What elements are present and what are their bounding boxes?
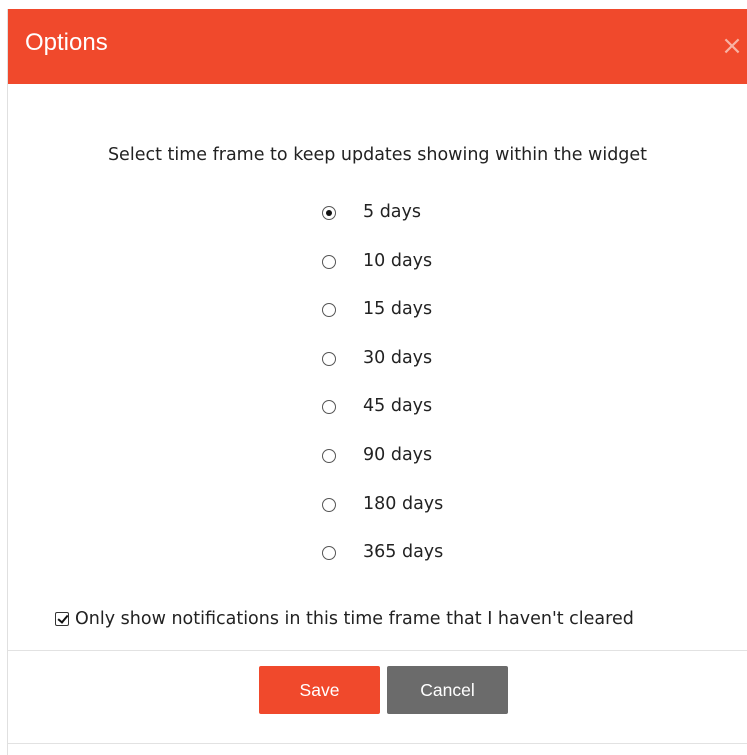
radio-unchecked-icon[interactable] — [322, 497, 336, 512]
option-label: 180 days — [363, 493, 444, 514]
time-frame-prompt: Select time frame to keep updates showin… — [107, 145, 648, 165]
radio-unchecked-icon[interactable] — [322, 254, 336, 269]
option-365-days[interactable]: 365 days — [322, 539, 443, 588]
time-frame-options: 5 days 10 days 15 days 30 days 45 days 9… — [322, 199, 443, 588]
uncleared-only-label: Only show notifications in this time fra… — [75, 609, 634, 629]
option-label: 5 days — [363, 202, 422, 222]
radio-unchecked-icon[interactable] — [322, 546, 336, 561]
option-label: 45 days — [363, 396, 433, 417]
radio-unchecked-icon[interactable] — [322, 303, 336, 318]
option-label: 30 days — [363, 347, 433, 368]
radio-unchecked-icon[interactable] — [322, 351, 336, 366]
radio-unchecked-icon[interactable] — [322, 400, 336, 415]
option-label: 15 days — [363, 299, 433, 320]
option-180-days[interactable]: 180 days — [322, 491, 443, 540]
options-dialog: Options × Select time frame to keep upda… — [7, 9, 747, 755]
option-30-days[interactable]: 30 days — [322, 345, 443, 394]
option-15-days[interactable]: 15 days — [322, 296, 443, 345]
option-45-days[interactable]: 45 days — [322, 393, 443, 442]
dialog-title: Options — [25, 29, 108, 56]
footer-divider — [8, 650, 747, 651]
close-icon[interactable]: × — [717, 31, 747, 61]
dialog-header: Options × — [8, 9, 747, 84]
radio-unchecked-icon[interactable] — [322, 448, 336, 463]
option-90-days[interactable]: 90 days — [322, 442, 443, 491]
checkbox-checked-icon[interactable] — [55, 612, 69, 626]
bottom-divider — [8, 743, 747, 744]
option-label: 90 days — [363, 444, 433, 465]
uncleared-only-option[interactable]: Only show notifications in this time fra… — [55, 609, 634, 629]
option-10-days[interactable]: 10 days — [322, 248, 443, 297]
option-5-days[interactable]: 5 days — [322, 199, 443, 248]
save-button[interactable]: Save — [259, 666, 380, 714]
option-label: 10 days — [363, 250, 433, 271]
cancel-button[interactable]: Cancel — [387, 666, 508, 714]
option-label: 365 days — [363, 542, 444, 563]
radio-checked-icon[interactable] — [322, 206, 336, 220]
